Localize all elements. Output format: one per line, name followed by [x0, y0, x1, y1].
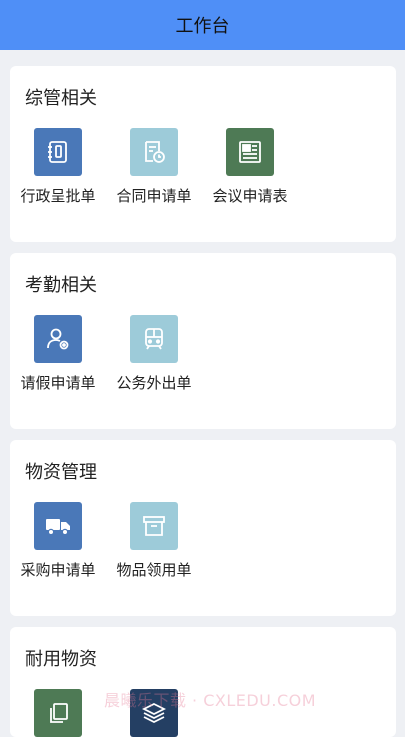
item-label: 合同申请单: [116, 187, 192, 205]
item-goods-requisition[interactable]: 物品领用单: [106, 502, 202, 580]
item-meeting-request[interactable]: 会议申请表: [202, 128, 298, 206]
section-title: 耐用物资: [25, 649, 97, 670]
item-admin-approval[interactable]: 行政呈批单: [10, 128, 106, 206]
item-business-trip[interactable]: 公务外出单: [106, 315, 202, 393]
item-purchase-request[interactable]: 采购申请单: [10, 502, 106, 580]
item-contract-request[interactable]: 合同申请单: [106, 128, 202, 206]
notebook-icon: [34, 128, 82, 176]
section-card-general-admin: 综管相关 行政呈批单 合同申请单 会议申请表: [10, 66, 396, 242]
section-title: 物资管理: [25, 462, 97, 483]
item-label: 公务外出单: [116, 374, 192, 392]
document-clock-icon: [130, 128, 178, 176]
section-card-supplies: 物资管理 采购申请单 物品领用单: [10, 440, 396, 616]
newspaper-icon: [226, 128, 274, 176]
section-card-attendance: 考勤相关 请假申请单 公务外出单: [10, 253, 396, 429]
item-label: 物品领用单: [116, 561, 192, 579]
app-header: 工作台: [0, 0, 405, 50]
item-label: 请假申请单: [20, 374, 96, 392]
section-title: 考勤相关: [25, 275, 97, 296]
item-leave-request[interactable]: 请假申请单: [10, 315, 106, 393]
train-icon: [130, 315, 178, 363]
page-title: 工作台: [175, 16, 230, 37]
item-label: 行政呈批单: [20, 187, 96, 205]
item-label: 采购申请单: [20, 561, 96, 579]
watermark: 晨曦乐下载 · CXLEDU.COM: [103, 691, 317, 710]
user-settings-icon: [34, 315, 82, 363]
item-label: 会议申请表: [212, 187, 288, 205]
section-title: 综管相关: [25, 88, 97, 109]
copy-icon: [34, 689, 82, 737]
archive-box-icon: [130, 502, 178, 550]
section-card-durable-goods: 耐用物资: [10, 627, 396, 737]
truck-icon: [34, 502, 82, 550]
